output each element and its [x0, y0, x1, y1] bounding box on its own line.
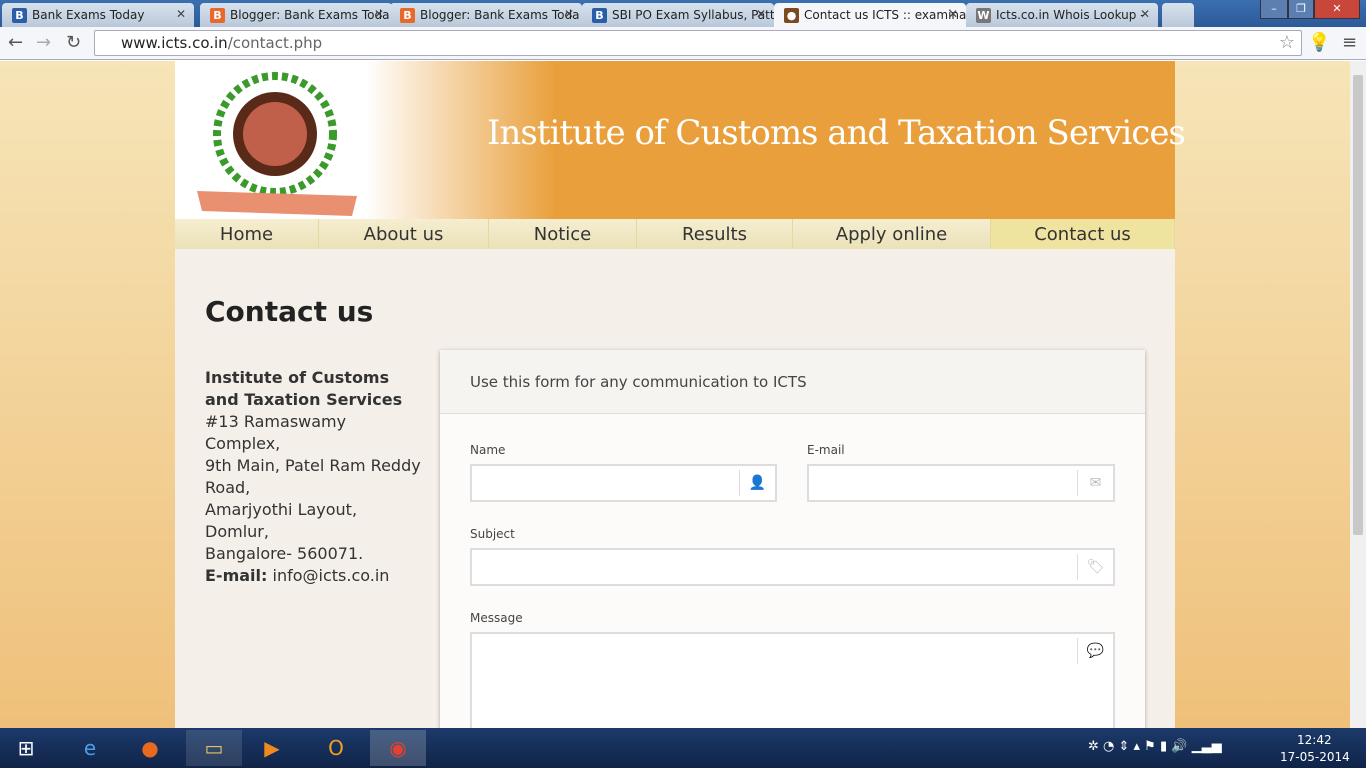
contact-address: Institute of Customs and Taxation Servic…	[205, 367, 425, 587]
back-icon[interactable]: ←	[8, 32, 23, 53]
forward-icon[interactable]: →	[36, 32, 51, 53]
tab-title: Contact us ICTS :: examina	[804, 8, 966, 22]
maximize-button[interactable]: ❐	[1288, 0, 1314, 19]
site-banner: Institute of Customs and Taxation Servic…	[175, 61, 1186, 219]
menu-item[interactable]: Contact us	[991, 219, 1175, 249]
windows-taskbar: ⊞ e ● ▭ ▶ O ◉ ✲ ◔ ⇕ ▴ ⚑ ▮ 🔊 ▁▃▅ 12:42 17…	[0, 728, 1366, 768]
tab-title: Icts.co.in Whois Lookup -	[996, 8, 1145, 22]
tab-favicon-icon: B	[210, 8, 225, 23]
browser-toolbar: ← → ↻ www.icts.co.in/contact.php ☆ 💡 ≡	[0, 27, 1366, 60]
url-host: www.icts.co.in	[121, 34, 228, 52]
user-icon: 👤	[739, 470, 775, 496]
tag-icon: 🏷	[1077, 554, 1113, 580]
address-line: Amarjyothi Layout, Domlur,	[205, 500, 358, 541]
contact-form: Use this form for any communication to I…	[440, 350, 1145, 728]
browser-tab[interactable]: ● Contact us ICTS :: examina ✕	[774, 3, 966, 27]
address-bar[interactable]: www.icts.co.in/contact.php ☆	[94, 30, 1302, 56]
address-line: #13 Ramaswamy Complex,	[205, 412, 347, 453]
tab-favicon-icon: B	[400, 8, 415, 23]
tab-close-icon[interactable]: ✕	[756, 7, 766, 21]
message-textarea[interactable]: 💬	[470, 632, 1115, 728]
firefox-icon[interactable]: ●	[122, 730, 178, 766]
start-button[interactable]: ⊞	[0, 730, 52, 766]
tab-favicon-icon: B	[592, 8, 607, 23]
email-label: E-mail:	[205, 566, 268, 585]
menu-item[interactable]: About us	[319, 219, 489, 249]
tab-close-icon[interactable]: ✕	[948, 7, 958, 21]
tab-close-icon[interactable]: ✕	[176, 7, 186, 21]
ie-icon[interactable]: e	[62, 730, 118, 766]
tab-title: Blogger: Bank Exams Toda	[230, 8, 390, 22]
tab-close-icon[interactable]: ✕	[1140, 7, 1150, 21]
url-path: /contact.php	[227, 34, 323, 52]
lightbulb-icon[interactable]: 💡	[1308, 32, 1330, 53]
tab-strip: B Bank Exams Today ✕ B Blogger: Bank Exams T…	[0, 0, 1366, 27]
scrollbar-thumb[interactable]	[1353, 75, 1363, 535]
media-player-icon[interactable]: ▶	[244, 730, 300, 766]
menu-item[interactable]: Home	[175, 219, 319, 249]
clock-time[interactable]: 12:42	[1297, 733, 1332, 747]
email-label: E-mail	[807, 443, 845, 457]
browser-tab[interactable]: B Blogger: Bank Exams Toda ✕	[200, 3, 392, 27]
institute-name: Institute of Customs and Taxation Servic…	[205, 368, 403, 409]
tab-close-icon[interactable]: ✕	[374, 7, 384, 21]
menu-icon[interactable]: ≡	[1342, 32, 1357, 53]
new-tab-button[interactable]	[1162, 3, 1194, 27]
banner-title: Institute of Customs and Taxation Servic…	[487, 113, 1186, 153]
subject-label: Subject	[470, 527, 515, 541]
reload-icon[interactable]: ↻	[66, 32, 81, 53]
address-line: 9th Main, Patel Ram Reddy Road,	[205, 456, 421, 497]
outlook-icon[interactable]: O	[308, 730, 364, 766]
browser-tab[interactable]: W Icts.co.in Whois Lookup - ✕	[966, 3, 1158, 27]
tab-favicon-icon: W	[976, 8, 991, 23]
menu-item[interactable]: Results	[637, 219, 793, 249]
tab-title: Blogger: Bank Exams Toda	[420, 8, 580, 22]
name-label: Name	[470, 443, 506, 457]
name-input[interactable]: 👤	[470, 464, 777, 502]
email-link[interactable]: info@icts.co.in	[273, 566, 390, 585]
clock-date[interactable]: 17-05-2014	[1280, 750, 1350, 764]
tray-icons[interactable]: ✲ ◔ ⇕ ▴ ⚑ ▮ 🔊 ▁▃▅	[1088, 739, 1222, 754]
tab-title: Bank Exams Today	[32, 8, 145, 22]
email-input[interactable]: ✉	[807, 464, 1115, 502]
message-label: Message	[470, 611, 523, 625]
browser-tab[interactable]: B SBI PO Exam Syllabus, Patt ✕	[582, 3, 774, 27]
tab-favicon-icon: ●	[784, 8, 799, 23]
comment-icon: 💬	[1077, 638, 1113, 664]
main-menu: Home About us Notice Results Apply online Con…	[175, 219, 1175, 249]
address-line: Bangalore- 560071.	[205, 544, 364, 563]
menu-item[interactable]: Apply online	[793, 219, 991, 249]
browser-tab[interactable]: B Blogger: Bank Exams Toda ✕	[390, 3, 582, 27]
tab-close-icon[interactable]: ✕	[564, 7, 574, 21]
page-title: Contact us	[205, 295, 374, 328]
menu-item[interactable]: Notice	[489, 219, 637, 249]
minimize-button[interactable]: –	[1260, 0, 1288, 19]
tab-title: SBI PO Exam Syllabus, Patt	[612, 8, 774, 22]
explorer-icon[interactable]: ▭	[186, 730, 242, 766]
close-window-button[interactable]: ✕	[1314, 0, 1360, 19]
bookmark-star-icon[interactable]: ☆	[1279, 32, 1295, 53]
page-scrollbar[interactable]	[1350, 61, 1366, 728]
subject-input[interactable]: 🏷	[470, 548, 1115, 586]
web-page: Institute of Customs and Taxation Servic…	[0, 61, 1350, 728]
envelope-icon: ✉	[1077, 470, 1113, 496]
tab-favicon-icon: B	[12, 8, 27, 23]
chrome-icon[interactable]: ◉	[370, 730, 426, 766]
form-heading: Use this form for any communication to I…	[440, 350, 1145, 414]
icts-logo	[197, 72, 357, 216]
browser-tab[interactable]: B Bank Exams Today ✕	[2, 3, 194, 27]
